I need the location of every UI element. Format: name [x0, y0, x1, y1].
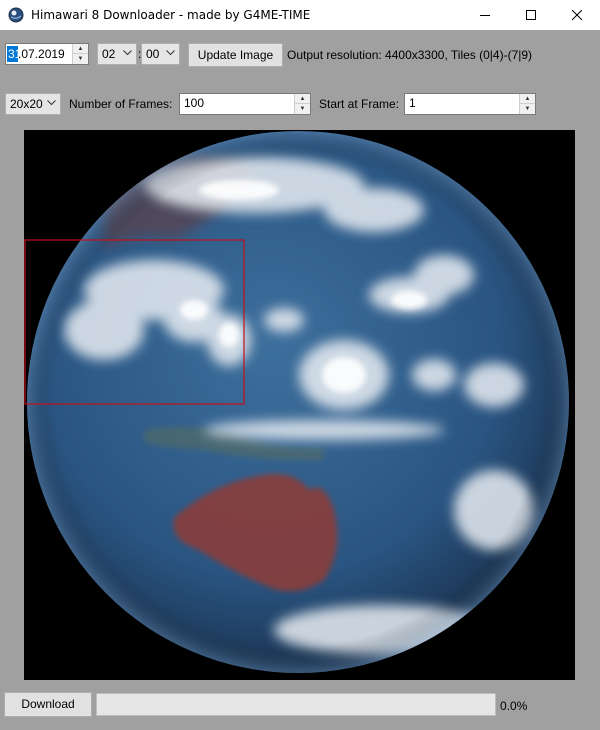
date-rest[interactable]: .07.2019: [18, 46, 65, 62]
title-bar: Himawari 8 Downloader - made by G4ME-TIM…: [0, 0, 600, 30]
grid-size-value: 20x20: [10, 97, 43, 111]
close-button[interactable]: [554, 0, 600, 30]
frames-label: Number of Frames:: [69, 97, 173, 111]
start-frame-value[interactable]: 1: [409, 96, 416, 110]
spin-up-icon[interactable]: ▲: [73, 44, 88, 54]
hour-select[interactable]: 02: [97, 43, 137, 65]
progress-percent: 0.0%: [500, 699, 528, 713]
frames-value[interactable]: 100: [184, 96, 204, 110]
minimize-icon: [480, 15, 490, 16]
grid-size-select[interactable]: 20x20: [5, 93, 61, 115]
resolution-info: Output resolution: 4400x3300, Tiles (0|4…: [287, 48, 533, 62]
date-picker[interactable]: 31 .07.2019 ▲ ▼: [5, 43, 89, 65]
minute-value: 00: [146, 47, 160, 61]
earth-preview[interactable]: [24, 130, 575, 680]
minimize-button[interactable]: [462, 0, 508, 30]
chevron-down-icon: [166, 50, 175, 56]
hour-value: 02: [102, 47, 116, 61]
spin-down-icon[interactable]: ▼: [73, 54, 88, 64]
frames-input[interactable]: 100 ▲ ▼: [179, 93, 311, 115]
close-icon: [572, 10, 582, 20]
start-frame-input[interactable]: 1 ▲ ▼: [404, 93, 536, 115]
download-button[interactable]: Download: [4, 692, 92, 717]
frames-spinner[interactable]: ▲ ▼: [294, 94, 310, 114]
spin-up-icon[interactable]: ▲: [520, 94, 535, 104]
start-frame-spinner[interactable]: ▲ ▼: [519, 94, 535, 114]
window-title: Himawari 8 Downloader - made by G4ME-TIM…: [31, 8, 311, 22]
date-spinner[interactable]: ▲ ▼: [72, 44, 88, 64]
spin-down-icon[interactable]: ▼: [520, 104, 535, 114]
maximize-button[interactable]: [508, 0, 554, 30]
download-progress-bar: [96, 693, 496, 716]
globe-app-icon: [8, 7, 24, 23]
minute-select[interactable]: 00: [141, 43, 180, 65]
spin-down-icon[interactable]: ▼: [295, 104, 310, 114]
date-day-selected[interactable]: 31: [7, 46, 21, 62]
maximize-icon: [526, 10, 536, 20]
start-frame-label: Start at Frame:: [319, 97, 400, 111]
spin-up-icon[interactable]: ▲: [295, 94, 310, 104]
chevron-down-icon: [47, 100, 56, 106]
chevron-down-icon: [123, 50, 132, 56]
earth-image: [24, 130, 575, 680]
update-image-button[interactable]: Update Image: [188, 43, 283, 67]
